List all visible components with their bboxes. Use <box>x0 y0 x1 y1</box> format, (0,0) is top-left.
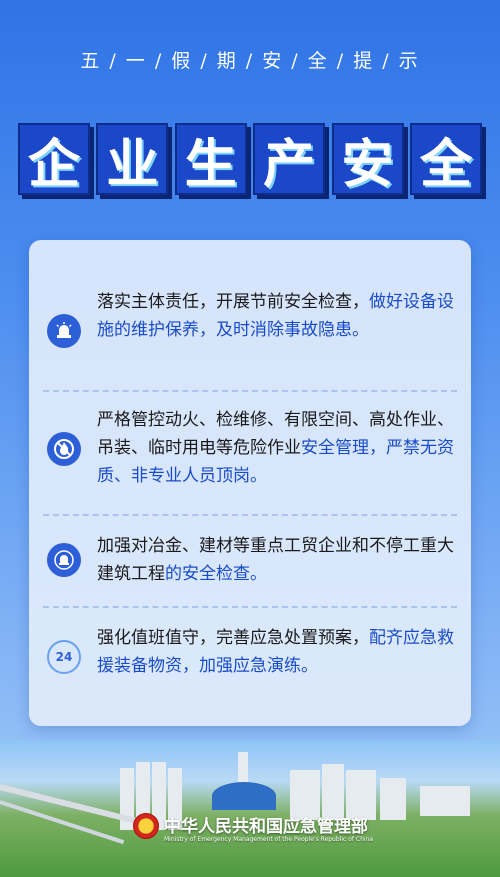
divider <box>43 514 457 516</box>
page-title: 企 业 生 产 安 全 <box>18 118 482 196</box>
factory-scene-image <box>0 740 500 877</box>
divider <box>43 606 457 608</box>
alarm-siren-icon <box>47 314 81 348</box>
title-char: 产 <box>253 123 326 195</box>
bell-alert-icon <box>47 543 81 577</box>
tip-text: 落实主体责任，开展节前安全检查，做好设备设施的维护保养，及时消除事故隐患。 <box>97 288 457 344</box>
subtitle: 五 / 一 / 假 / 期 / 安 / 全 / 提 / 示 <box>80 50 420 72</box>
national-emblem-icon <box>133 813 159 839</box>
org-name-cn: 中华人民共和国应急管理部 <box>164 817 368 837</box>
title-char: 生 <box>174 123 247 195</box>
tip-text: 加强对冶金、建材等重点工贸企业和不停工重大建筑工程的安全检查。 <box>97 532 457 588</box>
org-name-en: Ministry of Emergency Management of the … <box>164 836 374 843</box>
24h-clock-icon: 24 <box>47 640 81 674</box>
tips-card: 落实主体责任，开展节前安全检查，做好设备设施的维护保养，及时消除事故隐患。 严格… <box>29 240 471 726</box>
tip-text: 强化值班值守，完善应急处置预案，配齐应急救援装备物资，加强应急演练。 <box>97 624 457 680</box>
title-char: 企 <box>18 123 90 195</box>
tip-text: 严格管控动火、检维修、有限空间、高处作业、吊装、临时用电等危险作业安全管理，严禁… <box>97 406 457 490</box>
divider <box>43 390 457 392</box>
tip-text-normal: 加强对冶金、建材等重点工贸企业和不停工重大建筑工程 <box>97 536 454 584</box>
title-char: 安 <box>331 123 404 195</box>
tip-text-normal: 强化值班值守，完善应急处置预案， <box>97 628 369 648</box>
tip-text-highlight: 的安全检查。 <box>165 564 267 584</box>
title-char: 业 <box>96 123 169 195</box>
24h-label: 24 <box>55 650 73 664</box>
title-char: 全 <box>409 123 482 195</box>
tip-text-normal: 落实主体责任，开展节前安全检查， <box>97 292 369 312</box>
no-fire-icon <box>47 432 81 466</box>
